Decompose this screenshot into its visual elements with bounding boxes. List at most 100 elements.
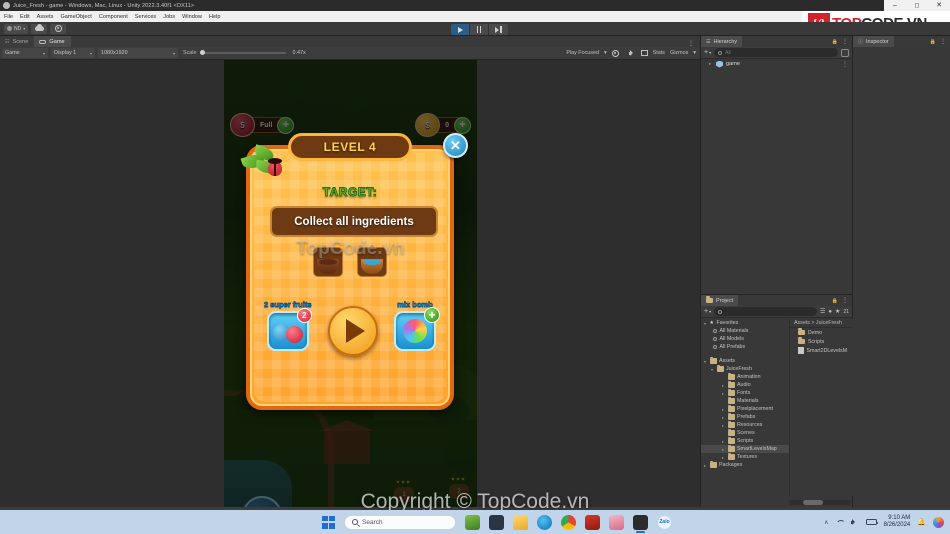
project-favorite-all-models[interactable]: All Models <box>701 335 789 343</box>
aspect-icon[interactable] <box>640 50 648 56</box>
project-folder-fonts[interactable]: ▸ Fonts <box>701 388 789 397</box>
project-asset-smart2dlevelsmap[interactable]: Smart2DLevelsM <box>790 346 853 355</box>
display-dropdown[interactable]: Display 1 ▾ <box>51 48 95 58</box>
project-favorites-group[interactable]: ▾ ★ Favorites <box>701 319 789 327</box>
project-folder-resources[interactable]: ▸ Resources <box>701 420 789 429</box>
project-filter-label-icon[interactable]: ● <box>828 309 832 315</box>
menu-assets[interactable]: Assets <box>37 14 54 20</box>
hierarchy-add-button[interactable]: + ▾ <box>704 49 711 56</box>
hierarchy-item-game[interactable]: ▸ game ⋮ <box>701 59 852 69</box>
scale-slider-knob[interactable] <box>199 50 205 55</box>
tab-hierarchy[interactable]: ☰ Hierarchy <box>701 36 743 47</box>
hierarchy-item-menu-icon[interactable]: ⋮ <box>842 61 852 68</box>
project-add-button[interactable]: + ▾ <box>704 308 711 315</box>
project-folder-animation[interactable]: Animation <box>701 372 789 381</box>
project-folder-scripts[interactable]: ▸ Scripts <box>701 436 789 445</box>
taskbar-red-app-icon[interactable] <box>585 514 600 530</box>
taskbar-running-app-icon[interactable] <box>465 514 480 530</box>
stats-button[interactable]: Stats <box>653 50 665 56</box>
menu-help[interactable]: Help <box>209 14 221 20</box>
add-lives-button[interactable]: + <box>277 116 295 134</box>
pane-menu-icon[interactable]: ⋮ <box>688 40 700 47</box>
lock-icon[interactable]: 🔒 <box>832 39 838 45</box>
clock[interactable]: 9:10 AM 8/26/2024 <box>884 515 911 530</box>
tray-expand-chevron-icon[interactable]: ∧ <box>824 519 828 526</box>
target-dropdown[interactable]: Game ▾ <box>2 48 48 58</box>
menu-gameobject[interactable]: GameObject <box>60 14 91 20</box>
inspector-menu-icon[interactable]: ⋮ <box>940 38 946 45</box>
project-favorite-all-prefabs[interactable]: All Prefabs <box>701 343 789 351</box>
start-level-button[interactable] <box>327 306 378 356</box>
project-folder-juicefresh[interactable]: ▾ JuiceFresh <box>701 364 789 373</box>
project-breadcrumb[interactable]: Assets > JuiceFresh <box>790 319 853 328</box>
tab-project[interactable]: Project <box>701 295 739 306</box>
hierarchy-filter-icon[interactable] <box>841 48 849 57</box>
play-button[interactable] <box>451 24 470 35</box>
resolution-dropdown[interactable]: 1080x1920 ▾ <box>98 48 178 58</box>
cloud-button[interactable] <box>31 23 48 34</box>
taskbar-zalo-icon[interactable]: Zalo <box>657 514 672 530</box>
project-filter-type-icon[interactable]: ☰ <box>820 308 825 315</box>
project-folder-textures[interactable]: ▸ Textures <box>701 452 789 461</box>
project-filter-star-icon[interactable]: ★ <box>835 308 840 315</box>
battery-icon[interactable] <box>865 519 879 525</box>
taskbar-search-input[interactable]: Search <box>344 514 456 530</box>
lock-icon[interactable]: 🔒 <box>832 298 838 304</box>
scale-control[interactable]: Scale 0.47x <box>183 50 306 56</box>
booster-mix-bomb-slot[interactable]: + <box>393 307 440 351</box>
menu-services[interactable]: Services <box>135 14 156 20</box>
close-popup-button[interactable]: ✕ <box>443 133 468 158</box>
pause-button[interactable] <box>470 24 489 35</box>
tab-game[interactable]: Game <box>34 36 71 47</box>
project-scrollbar-thumb[interactable] <box>803 500 823 505</box>
project-assets-group[interactable]: ▾ Assets <box>701 356 789 365</box>
taskbar-chrome-icon[interactable] <box>561 514 576 530</box>
wifi-icon[interactable] <box>836 519 844 526</box>
taskbar-pink-app-icon[interactable] <box>609 514 624 530</box>
notifications-bell-icon[interactable]: 🔔 <box>917 518 926 526</box>
chevron-down-icon[interactable]: ▾ <box>604 50 607 56</box>
step-button[interactable] <box>489 24 508 35</box>
project-folder-pixelplacement[interactable]: ▸ Pixelplacement <box>701 404 789 413</box>
project-folder-smartlevelsmap[interactable]: ▸ SmartLevelsMap <box>701 444 789 453</box>
taskbar-explorer-icon[interactable] <box>513 514 528 530</box>
booster-super-fruits[interactable]: 2 super fruits 2 <box>264 300 312 351</box>
account-dropdown[interactable]: ND ▾ <box>4 23 29 34</box>
menu-component[interactable]: Component <box>99 14 128 20</box>
minimize-button[interactable]: – <box>884 0 906 11</box>
menu-window[interactable]: Window <box>182 14 202 20</box>
taskbar-edge-icon[interactable] <box>537 514 552 530</box>
close-button[interactable]: ✕ <box>928 0 950 11</box>
project-menu-icon[interactable]: ⋮ <box>842 297 848 304</box>
tab-inspector[interactable]: ⓘ Inspector <box>853 36 894 47</box>
gizmos-button[interactable]: Gizmos <box>670 50 688 56</box>
maximize-button[interactable]: ◻ <box>906 0 928 11</box>
project-folder-materials[interactable]: Materials <box>701 396 789 405</box>
lock-icon[interactable]: 🔒 <box>930 39 936 45</box>
settings-button[interactable] <box>50 23 67 34</box>
booster-super-fruits-slot[interactable]: 2 <box>266 308 312 351</box>
scale-slider[interactable] <box>199 50 286 55</box>
mute-audio-icon[interactable] <box>628 50 636 56</box>
volume-icon[interactable] <box>850 519 859 526</box>
project-horizontal-scrollbar[interactable] <box>789 500 851 505</box>
project-folder-scenes[interactable]: Scenes <box>701 428 789 437</box>
project-folder-prefabs[interactable]: ▸ Prefabs <box>701 412 789 421</box>
taskbar-file-explorer-icon[interactable] <box>489 514 504 530</box>
menu-file[interactable]: File <box>4 14 13 20</box>
widgets-icon[interactable] <box>933 516 944 528</box>
tab-scene[interactable]: ☷ Scene <box>0 36 35 47</box>
booster-mix-bomb[interactable]: mix bomb + <box>393 300 440 351</box>
project-asset-scripts[interactable]: Scripts <box>790 337 853 346</box>
gizmos-chevron-down-icon[interactable]: ▾ <box>693 50 696 56</box>
project-packages-group[interactable]: ▸ Packages <box>701 460 789 469</box>
project-asset-list[interactable]: Assets > JuiceFresh Demo Scripts Smart2D… <box>790 319 853 496</box>
chevron-right-icon[interactable]: ▸ <box>709 61 713 67</box>
project-favorite-all-materials[interactable]: All Materials <box>701 327 789 335</box>
hierarchy-menu-icon[interactable]: ⋮ <box>842 38 848 45</box>
taskbar-unity-icon[interactable] <box>633 514 648 533</box>
play-focused-dropdown[interactable]: Play Focused <box>566 50 599 56</box>
game-settings-gear-icon[interactable] <box>611 49 619 57</box>
game-canvas[interactable]: 1 2 5 Full + $ 0 + <box>224 60 477 507</box>
booster-mix-bomb-add[interactable]: + <box>423 307 440 323</box>
